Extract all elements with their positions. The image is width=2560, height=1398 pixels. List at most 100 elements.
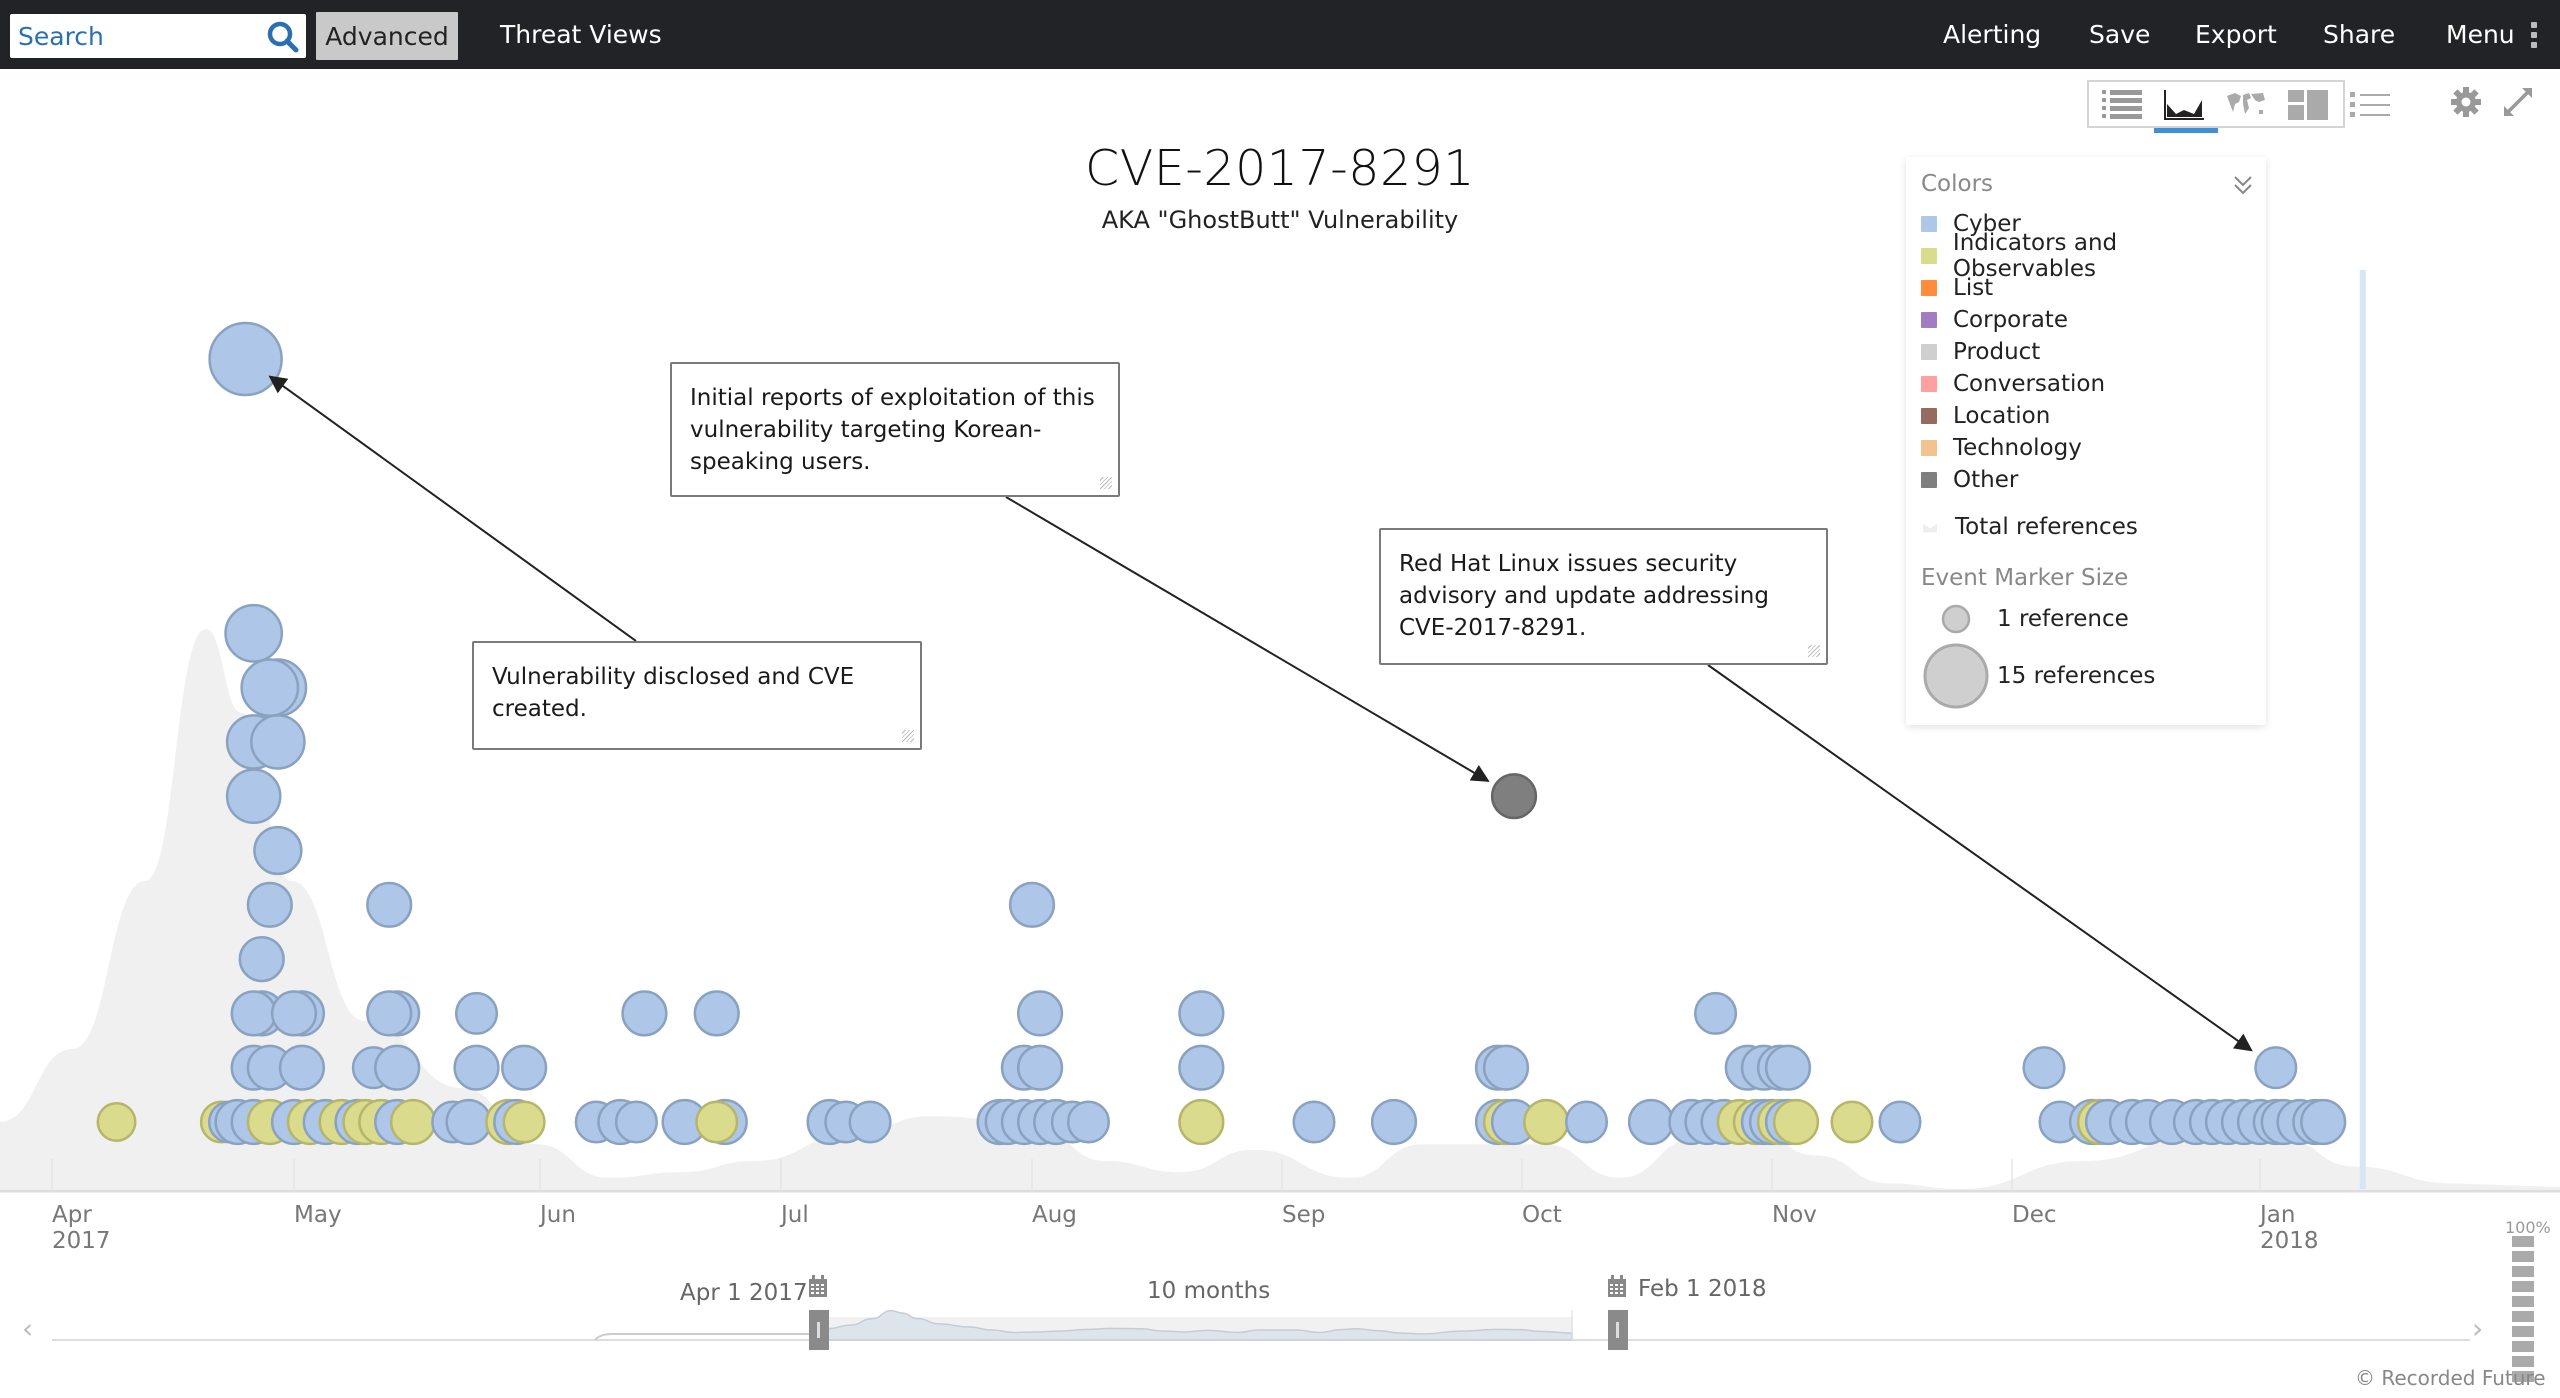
event-marker-cyber[interactable] <box>238 935 285 983</box>
calendar-icon[interactable] <box>808 1274 828 1298</box>
legend-item-other[interactable]: Other <box>1921 465 2018 495</box>
copyright-notice: © Recorded Future <box>2355 1366 2546 1390</box>
event-marker-indicators-and-observables[interactable] <box>96 1102 137 1142</box>
event-marker-cyber[interactable] <box>1178 1044 1225 1091</box>
legend-total-references[interactable]: Total references <box>1921 512 2138 542</box>
event-marker-cyber[interactable] <box>2022 1046 2066 1090</box>
event-marker-cyber[interactable] <box>614 1100 658 1144</box>
color-swatch <box>1921 248 1937 264</box>
event-marker-cyber[interactable] <box>1370 1098 1418 1146</box>
x-tick-month: Apr <box>52 1202 92 1228</box>
color-swatch <box>1921 312 1937 328</box>
event-marker-cyber[interactable] <box>1764 1044 1812 1091</box>
event-marker-indicators-and-observables[interactable] <box>695 1100 739 1144</box>
event-marker-cyber[interactable] <box>1292 1100 1336 1144</box>
x-tick-label: Jul <box>781 1202 809 1228</box>
event-marker-cyber[interactable] <box>374 1044 421 1091</box>
collapse-chevron-icon[interactable] <box>2232 173 2254 197</box>
event-marker-cyber[interactable] <box>501 1044 548 1091</box>
x-tick-month: Sep <box>1282 1202 1326 1228</box>
event-marker-cyber[interactable] <box>2254 1046 2298 1090</box>
event-marker-indicators-and-observables[interactable] <box>1772 1098 1820 1146</box>
scroll-left-arrow[interactable]: ‹ <box>22 1312 33 1345</box>
legend-label: Indicators and Observables <box>1952 230 2118 282</box>
event-marker-cyber[interactable] <box>366 881 413 928</box>
event-marker-cyber[interactable] <box>693 990 740 1037</box>
event-marker-cyber[interactable] <box>848 1100 892 1144</box>
legend-item-location[interactable]: Location <box>1921 401 2050 431</box>
legend-item-indicators-and-observables[interactable]: Indicators and Observables <box>1921 230 2266 282</box>
range-start-handle[interactable] <box>809 1310 829 1350</box>
color-swatch <box>1921 280 1937 296</box>
event-marker-cyber[interactable] <box>1016 1044 1064 1091</box>
chart-legend: Colors Cyber Indicators and Observables Li… <box>1906 157 2266 725</box>
event-marker-cyber[interactable] <box>250 714 306 770</box>
event-marker-cyber[interactable] <box>208 321 283 397</box>
event-marker-cyber[interactable] <box>1694 991 1738 1035</box>
color-swatch <box>1921 408 1937 424</box>
event-marker-other[interactable] <box>1490 773 1538 820</box>
event-marker-cyber[interactable] <box>240 658 300 717</box>
x-tick-label: Oct <box>1522 1202 1562 1228</box>
event-marker-cyber[interactable] <box>1482 1044 1530 1091</box>
zoom-level-meter[interactable] <box>2512 1236 2536 1386</box>
event-marker-cyber[interactable] <box>1878 1100 1922 1144</box>
scroll-right-arrow[interactable]: › <box>2472 1312 2483 1345</box>
x-tick-label: Apr 2017 <box>52 1202 111 1254</box>
range-end-label[interactable]: Feb 1 2018 <box>1638 1276 1767 1302</box>
calendar-icon[interactable] <box>1607 1274 1627 1298</box>
event-marker-cyber[interactable] <box>621 990 668 1037</box>
range-end-handle[interactable] <box>1608 1310 1628 1350</box>
event-marker-indicators-and-observables[interactable] <box>502 1100 546 1144</box>
annotation-arrow <box>268 375 637 642</box>
legend-item-conversation[interactable]: Conversation <box>1921 369 2105 399</box>
legend-label: List <box>1953 275 1994 301</box>
legend-item-product[interactable]: Product <box>1921 337 2040 367</box>
color-swatch <box>1921 344 1937 360</box>
x-tick-month: May <box>294 1202 342 1228</box>
event-marker-cyber[interactable] <box>1564 1100 1609 1144</box>
resize-grip[interactable] <box>1100 477 1112 489</box>
range-overview <box>52 1309 2470 1341</box>
event-marker-cyber[interactable] <box>224 603 284 663</box>
event-marker-cyber[interactable] <box>453 1044 500 1091</box>
event-marker-cyber[interactable] <box>225 768 282 825</box>
event-marker-cyber[interactable] <box>2300 1098 2347 1146</box>
event-marker-indicators-and-observables[interactable] <box>1523 1098 1570 1146</box>
legend-item-corporate[interactable]: Corporate <box>1921 305 2068 335</box>
resize-grip[interactable] <box>902 730 914 742</box>
event-marker-indicators-and-observables[interactable] <box>1178 1098 1225 1146</box>
event-marker-indicators-and-observables[interactable] <box>389 1098 437 1146</box>
event-marker-cyber[interactable] <box>1627 1098 1675 1146</box>
x-tick-label: Jun <box>540 1202 576 1228</box>
resize-grip[interactable] <box>1808 645 1820 657</box>
color-swatch <box>1921 216 1937 232</box>
event-marker-cyber[interactable] <box>454 991 499 1035</box>
legend-label: Product <box>1953 339 2041 365</box>
x-tick-month: Nov <box>1772 1202 1817 1228</box>
event-marker-cyber[interactable] <box>230 990 277 1037</box>
event-marker-indicators-and-observables[interactable] <box>1830 1100 1874 1144</box>
annotation-vulnerability-disclosed[interactable]: Vulnerability disclosed and CVE created. <box>472 641 922 750</box>
annotation-initial-exploitation[interactable]: Initial reports of exploitation of this … <box>670 362 1120 497</box>
annotation-redhat-advisory[interactable]: Red Hat Linux issues security advisory a… <box>1379 528 1828 665</box>
annotation-text: Red Hat Linux issues security advisory a… <box>1399 551 1769 641</box>
event-marker-cyber[interactable] <box>270 990 318 1037</box>
legend-item-technology[interactable]: Technology <box>1921 433 2082 463</box>
annotation-text: Vulnerability disclosed and CVE created. <box>492 664 855 722</box>
event-marker-cyber[interactable] <box>246 881 293 928</box>
x-tick-month: Jul <box>781 1202 809 1228</box>
event-marker-cyber[interactable] <box>366 990 413 1037</box>
event-marker-cyber[interactable] <box>1016 990 1064 1037</box>
x-tick-label: Dec <box>2012 1202 2057 1228</box>
legend-item-list[interactable]: List <box>1921 273 1993 303</box>
event-marker-cyber[interactable] <box>278 1044 326 1091</box>
event-marker-cyber[interactable] <box>1066 1100 1110 1144</box>
event-marker-cyber[interactable] <box>445 1098 492 1146</box>
event-marker-cyber[interactable] <box>1008 881 1056 928</box>
event-marker-cyber[interactable] <box>1178 990 1225 1037</box>
legend-label: Corporate <box>1953 307 2068 333</box>
legend-marker-size-title: Event Marker Size <box>1921 565 2129 591</box>
color-swatch <box>1921 472 1937 488</box>
event-marker-cyber[interactable] <box>253 825 303 876</box>
